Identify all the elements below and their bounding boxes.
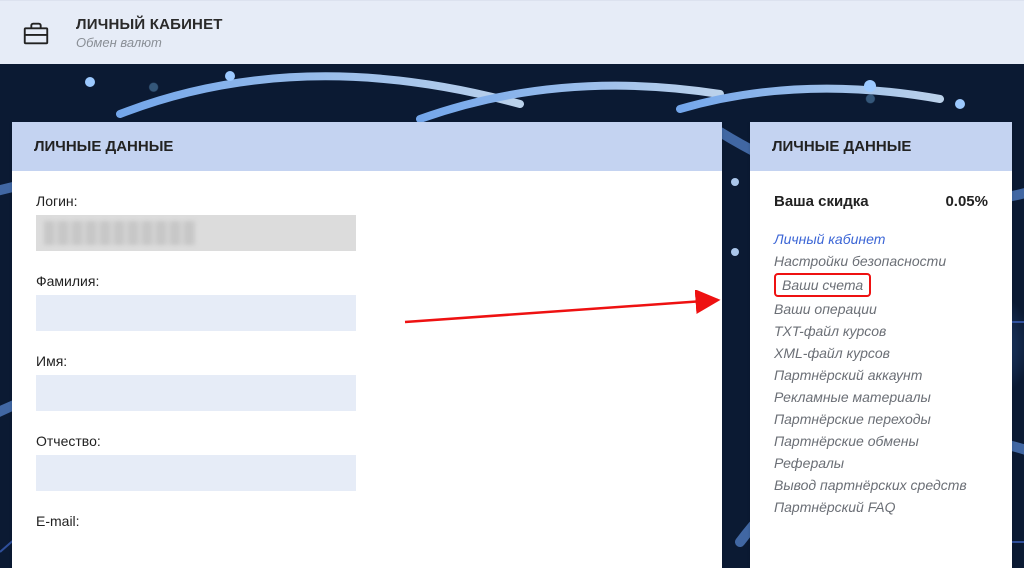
nav-item-partner-account[interactable]: Партнёрский аккаунт [774, 364, 988, 386]
field-email: E-mail: [36, 513, 698, 529]
nav-item-personal-cabinet[interactable]: Личный кабинет [774, 228, 988, 250]
account-nav-list: Личный кабинет Настройки безопасности Ва… [774, 228, 988, 518]
login-input[interactable] [36, 215, 356, 251]
nav-item-partner-withdraw[interactable]: Вывод партнёрских средств [774, 474, 988, 496]
topbar: ЛИЧНЫЙ КАБИНЕТ Обмен валют [0, 0, 1024, 64]
nav-item-partner-clicks[interactable]: Партнёрские переходы [774, 408, 988, 430]
page-subtitle: Обмен валют [76, 35, 223, 50]
lastname-label: Фамилия: [36, 273, 698, 289]
nav-item-txt-rates[interactable]: TXT-файл курсов [774, 320, 988, 342]
patronymic-label: Отчество: [36, 433, 698, 449]
field-lastname: Фамилия: [36, 273, 698, 331]
nav-item-xml-rates[interactable]: XML-файл курсов [774, 342, 988, 364]
briefcase-icon [18, 15, 54, 51]
nav-item-security-settings[interactable]: Настройки безопасности [774, 250, 988, 272]
field-patronymic: Отчество: [36, 433, 698, 491]
discount-label: Ваша скидка [774, 193, 869, 210]
lastname-input[interactable] [36, 295, 356, 331]
firstname-input[interactable] [36, 375, 356, 411]
nav-item-partner-faq[interactable]: Партнёрский FAQ [774, 496, 988, 518]
nav-item-referrals[interactable]: Рефералы [774, 452, 988, 474]
personal-data-panel: ЛИЧНЫЕ ДАННЫЕ Логин: Фамилия: Имя: Отчес… [12, 122, 722, 568]
patronymic-input[interactable] [36, 455, 356, 491]
nav-item-promo-materials[interactable]: Рекламные материалы [774, 386, 988, 408]
discount-row: Ваша скидка 0.05% [774, 193, 988, 210]
email-label: E-mail: [36, 513, 698, 529]
panel-heading-right: ЛИЧНЫЕ ДАННЫЕ [750, 122, 1012, 171]
field-login: Логин: [36, 193, 698, 251]
nav-item-your-accounts[interactable]: Ваши счета [774, 273, 871, 297]
discount-value: 0.05% [945, 193, 988, 210]
nav-item-your-operations[interactable]: Ваши операции [774, 298, 988, 320]
page-title: ЛИЧНЫЙ КАБИНЕТ [76, 16, 223, 33]
nav-item-partner-exchanges[interactable]: Партнёрские обмены [774, 430, 988, 452]
panel-heading-left: ЛИЧНЫЕ ДАННЫЕ [12, 122, 722, 171]
field-firstname: Имя: [36, 353, 698, 411]
login-label: Логин: [36, 193, 698, 209]
firstname-label: Имя: [36, 353, 698, 369]
account-nav-panel: ЛИЧНЫЕ ДАННЫЕ Ваша скидка 0.05% Личный к… [750, 122, 1012, 568]
hero-banner [0, 64, 1024, 122]
